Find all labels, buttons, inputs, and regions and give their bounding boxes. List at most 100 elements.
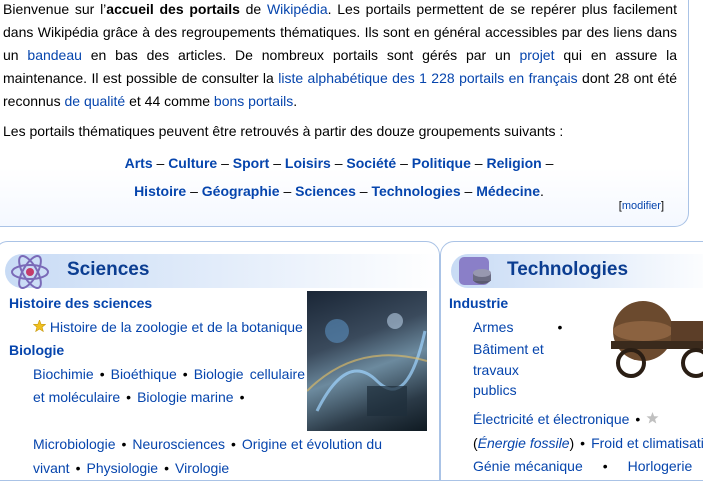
link-de-qualite[interactable]: de qualité bbox=[64, 93, 125, 109]
star-icon bbox=[32, 316, 47, 340]
period: . bbox=[540, 183, 544, 199]
edit-link[interactable]: modifier bbox=[622, 200, 661, 212]
intro-box: Bienvenue sur l’accueil des portails de … bbox=[0, 0, 689, 227]
sciences-panel: Sciences Histoire des sciences Histoire … bbox=[0, 241, 440, 481]
bullet: • bbox=[75, 459, 81, 476]
bullet: • bbox=[182, 365, 188, 382]
dash-separator: – bbox=[460, 183, 477, 199]
bullet: • bbox=[121, 436, 127, 452]
industrie-items: Armes • Bâtiment et travaux publics bbox=[449, 316, 563, 401]
bullet: • bbox=[635, 411, 641, 427]
link-batiment-travaux-publics[interactable]: Bâtiment et travaux publics bbox=[473, 341, 544, 398]
intro-text-8: . bbox=[293, 93, 298, 109]
technologies-title[interactable]: Technologies bbox=[507, 259, 628, 281]
intro-text: Bienvenue sur l’accueil des portails de … bbox=[3, 0, 677, 143]
dash-separator: – bbox=[470, 155, 487, 171]
histoire-sciences-title[interactable]: Histoire des sciences bbox=[9, 292, 305, 316]
bullet: • bbox=[99, 365, 105, 382]
technologies-content-bottom: Électricité et électronique • (Énergie fo… bbox=[473, 408, 703, 479]
sciences-content-top: Histoire des sciences Histoire de la zoo… bbox=[9, 292, 305, 410]
groups-intro-text: Les portails thématiques peuvent être re… bbox=[3, 123, 564, 139]
bullet: • bbox=[602, 458, 608, 475]
armes-row: Armes • bbox=[473, 316, 563, 340]
group-link-sciences[interactable]: Sciences bbox=[295, 183, 356, 199]
dash-separator: – bbox=[396, 155, 412, 171]
groups-line-1: Arts – Culture – Sport – Loisirs – Socié… bbox=[0, 149, 681, 177]
groups-line-2: Histoire – Géographie – Sciences – Techn… bbox=[0, 177, 681, 205]
technologies-illustration-image bbox=[591, 291, 703, 381]
group-link-geographie[interactable]: Géographie bbox=[202, 183, 280, 199]
energie-row: (Énergie fossile)•Froid et climatisation bbox=[441, 432, 703, 456]
dash-separator: – bbox=[355, 183, 372, 199]
group-link-culture[interactable]: Culture bbox=[168, 155, 217, 171]
link-microbiologie[interactable]: Microbiologie bbox=[33, 436, 115, 452]
intro-text-4: en bas des articles. De nombreux portail… bbox=[81, 47, 520, 63]
group-link-histoire[interactable]: Histoire bbox=[134, 183, 186, 199]
sciences-content-bottom: Microbiologie • Neurosciences • Origine et é… bbox=[33, 433, 433, 480]
link-bandeau[interactable]: bandeau bbox=[27, 47, 82, 63]
paren-open: ( bbox=[473, 434, 478, 451]
link-projet[interactable]: projet bbox=[519, 47, 554, 63]
histoire-item: Histoire de la zoologie et de la botaniq… bbox=[9, 316, 305, 340]
dash-separator: – bbox=[330, 155, 347, 171]
intro-text-7: et 44 comme bbox=[125, 93, 214, 109]
dash-separator: – bbox=[279, 183, 296, 199]
bullet: • bbox=[239, 389, 245, 406]
dash-separator: – bbox=[152, 155, 169, 171]
star-icon bbox=[646, 408, 659, 432]
dash-separator: – bbox=[186, 183, 202, 199]
genie-row: Génie mécanique • Horlogerie bbox=[473, 455, 703, 479]
link-physiologie[interactable]: Physiologie bbox=[86, 460, 158, 476]
atom-icon bbox=[9, 251, 51, 296]
intro-bold-text: accueil des portails bbox=[106, 1, 240, 17]
biologie-title[interactable]: Biologie bbox=[9, 339, 305, 363]
group-link-medecine[interactable]: Médecine bbox=[476, 183, 540, 199]
dash-separator: – bbox=[217, 155, 233, 171]
bullet: • bbox=[164, 459, 169, 476]
intro-text-2: de bbox=[239, 1, 267, 17]
groups-list: Arts – Culture – Sport – Loisirs – Socié… bbox=[0, 149, 681, 205]
biologie-items: Biochimie • Bioéthique • Biologie cellulaire… bbox=[9, 363, 305, 410]
group-link-sport[interactable]: Sport bbox=[233, 155, 270, 171]
group-link-religion[interactable]: Religion bbox=[486, 155, 541, 171]
link-wikipedia[interactable]: Wikipédia bbox=[267, 1, 328, 17]
batiment-row: Bâtiment et travaux publics bbox=[473, 339, 563, 401]
link-liste-portails[interactable]: liste alphabétique des 1 228 portails en… bbox=[278, 70, 577, 86]
group-link-societe[interactable]: Société bbox=[346, 155, 396, 171]
electricite-row: Électricité et électronique • bbox=[473, 408, 703, 432]
bullet: • bbox=[557, 318, 563, 335]
edit-link-wrapper: [modifier] bbox=[619, 200, 664, 212]
link-electricite-electronique[interactable]: Électricité et électronique bbox=[473, 411, 629, 427]
group-link-loisirs[interactable]: Loisirs bbox=[285, 155, 331, 171]
link-genie-mecanique[interactable]: Génie mécanique bbox=[473, 458, 583, 474]
link-bons-portails[interactable]: bons portails bbox=[214, 93, 293, 109]
industrie-title[interactable]: Industrie bbox=[449, 292, 529, 316]
link-energie-fossile[interactable]: Énergie fossile bbox=[478, 435, 570, 451]
sciences-illustration-image bbox=[307, 291, 427, 431]
dash-separator: – bbox=[541, 155, 554, 171]
link-histoire-zoologie[interactable]: Histoire de la zoologie et de la botaniq… bbox=[50, 319, 303, 335]
link-armes[interactable]: Armes bbox=[473, 319, 513, 335]
intro-text-1: Bienvenue sur l’ bbox=[3, 1, 107, 17]
gear-cylinder-icon bbox=[455, 251, 497, 296]
group-link-politique[interactable]: Politique bbox=[412, 155, 471, 171]
link-neurosciences[interactable]: Neurosciences bbox=[132, 436, 225, 452]
bullet: • bbox=[231, 436, 236, 452]
link-biologie-marine[interactable]: Biologie marine bbox=[137, 389, 234, 405]
group-link-arts[interactable]: Arts bbox=[125, 155, 153, 171]
technologies-header: Technologies bbox=[451, 254, 703, 288]
link-froid-climatisation[interactable]: Froid et climatisation bbox=[591, 435, 703, 451]
group-link-technologies[interactable]: Technologies bbox=[371, 183, 460, 199]
technologies-content-top: Industrie Armes • Bâtiment et travaux pub… bbox=[449, 292, 562, 401]
technologies-panel: Technologies Industrie Armes • Bâtiment e… bbox=[440, 241, 703, 481]
link-biochimie[interactable]: Biochimie bbox=[33, 366, 94, 382]
bracket-close: ] bbox=[660, 200, 664, 212]
sciences-header: Sciences bbox=[5, 254, 439, 289]
sciences-title[interactable]: Sciences bbox=[67, 259, 149, 281]
link-virologie[interactable]: Virologie bbox=[175, 460, 229, 476]
bullet: • bbox=[580, 434, 586, 451]
link-bioethique[interactable]: Bioéthique bbox=[111, 366, 177, 382]
link-horlogerie[interactable]: Horlogerie bbox=[628, 458, 693, 474]
dash-separator: – bbox=[269, 155, 285, 171]
bullet: • bbox=[126, 389, 132, 406]
